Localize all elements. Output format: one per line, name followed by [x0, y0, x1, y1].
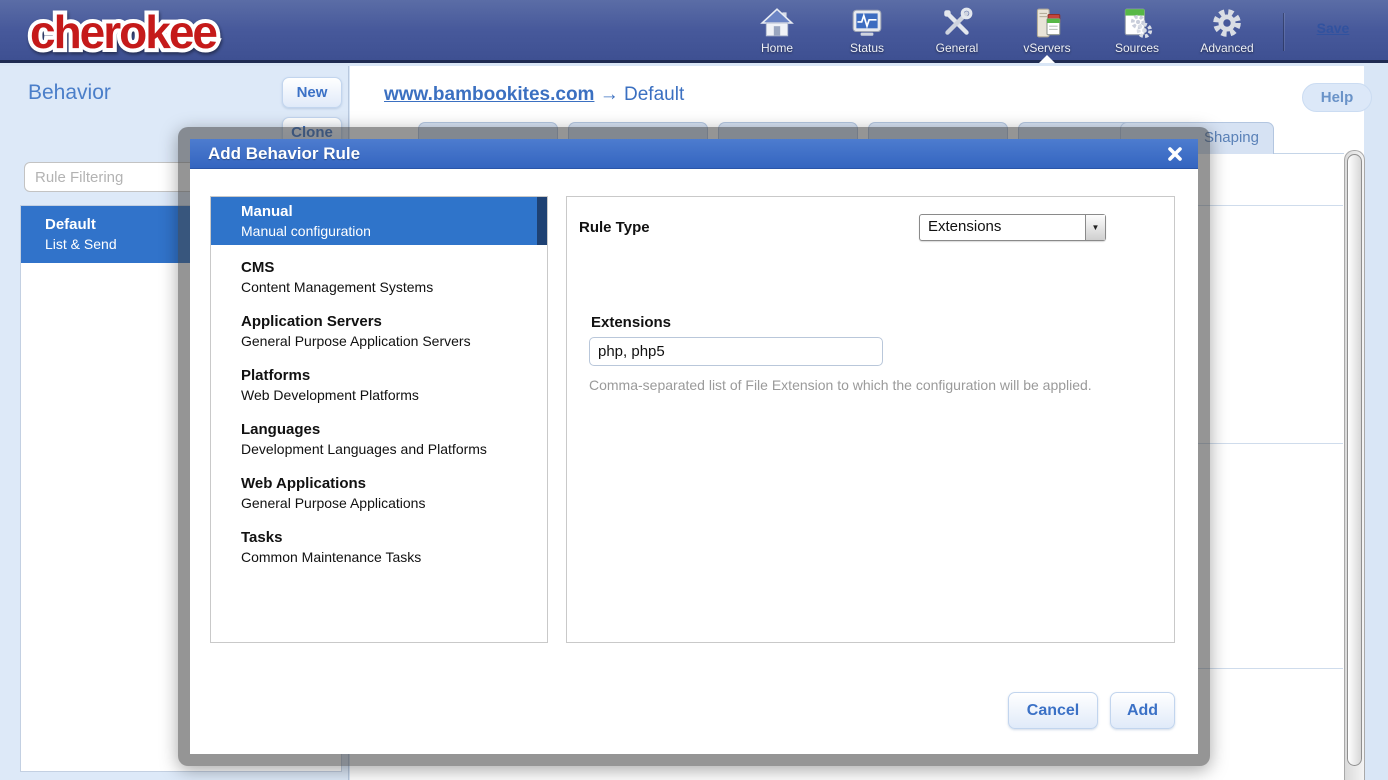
tab-baseline	[1274, 153, 1344, 154]
close-icon[interactable]	[1166, 145, 1184, 163]
nav-item-advanced[interactable]: Advanced	[1182, 6, 1272, 60]
nav-divider	[1283, 13, 1284, 51]
breadcrumb-page: Default	[624, 84, 684, 105]
scrollbar-thumb[interactable]	[1347, 154, 1362, 766]
main-nav: Home Status General	[732, 6, 1272, 60]
cherokee-logo: cherokee	[22, 6, 287, 65]
category-languages[interactable]: Languages Development Languages and Plat…	[211, 415, 547, 463]
modal-header: Add Behavior Rule	[190, 139, 1198, 169]
nav-item-home[interactable]: Home	[732, 6, 822, 60]
chevron-down-icon: ▼	[1085, 215, 1105, 240]
category-title: Web Applications	[241, 473, 547, 494]
cancel-button[interactable]: Cancel	[1008, 692, 1098, 729]
category-subtitle: General Purpose Applications	[241, 494, 547, 513]
modal-overlay-frame: Add Behavior Rule Manual Manual configur…	[178, 127, 1210, 766]
extensions-help-text: Comma-separated list of File Extension t…	[589, 377, 1149, 393]
tools-icon	[940, 6, 974, 40]
add-behavior-rule-dialog: Add Behavior Rule Manual Manual configur…	[190, 139, 1198, 754]
nav-label: Home	[761, 41, 793, 55]
help-button[interactable]: Help	[1302, 83, 1372, 112]
category-subtitle: General Purpose Application Servers	[241, 332, 547, 351]
extensions-label: Extensions	[591, 314, 671, 331]
add-button[interactable]: Add	[1110, 692, 1175, 729]
category-title: Tasks	[241, 527, 547, 548]
category-manual[interactable]: Manual Manual configuration	[211, 197, 547, 245]
category-title: CMS	[241, 257, 547, 278]
rule-type-select[interactable]: Extensions ▼	[919, 214, 1106, 241]
category-title: Manual	[241, 201, 537, 222]
house-icon	[760, 6, 794, 40]
save-link[interactable]: Save	[1303, 20, 1363, 36]
category-platforms[interactable]: Platforms Web Development Platforms	[211, 361, 547, 409]
category-tasks[interactable]: Tasks Common Maintenance Tasks	[211, 523, 547, 571]
nav-item-status[interactable]: Status	[822, 6, 912, 60]
category-web-applications[interactable]: Web Applications General Purpose Applica…	[211, 469, 547, 517]
category-subtitle: Common Maintenance Tasks	[241, 548, 547, 567]
vertical-scrollbar[interactable]	[1344, 150, 1365, 780]
window-gears-icon	[1120, 6, 1154, 40]
category-subtitle: Web Development Platforms	[241, 386, 547, 405]
nav-label: General	[936, 41, 979, 55]
gear-icon	[1210, 6, 1244, 40]
new-rule-button[interactable]: New	[282, 77, 342, 108]
modal-title: Add Behavior Rule	[208, 144, 360, 164]
logo-text: cherokee	[30, 6, 217, 58]
active-section-indicator	[1039, 55, 1055, 63]
nav-item-vservers[interactable]: vServers	[1002, 6, 1092, 60]
nav-item-sources[interactable]: Sources	[1092, 6, 1182, 60]
rule-form-panel: Rule Type Extensions ▼ Extensions Comma-…	[566, 196, 1175, 643]
breadcrumb-arrow: →	[600, 84, 619, 105]
category-title: Application Servers	[241, 311, 547, 332]
category-cms[interactable]: CMS Content Management Systems	[211, 253, 547, 301]
vserver-link[interactable]: www.bambookites.com	[384, 84, 594, 105]
category-subtitle: Development Languages and Platforms	[241, 440, 547, 459]
category-title: Languages	[241, 419, 547, 440]
breadcrumb: www.bambookites.com → Default	[384, 84, 684, 106]
app-window: cherokee Home Status	[0, 0, 1388, 780]
nav-item-general[interactable]: General	[912, 6, 1002, 60]
sidebar-title: Behavior	[28, 81, 111, 105]
monitor-pulse-icon	[850, 6, 884, 40]
category-application-servers[interactable]: Application Servers General Purpose Appl…	[211, 307, 547, 355]
server-stack-icon	[1030, 6, 1064, 40]
rule-type-label: Rule Type	[579, 219, 650, 236]
category-subtitle: Content Management Systems	[241, 278, 547, 297]
rule-type-selected-value: Extensions	[920, 215, 1085, 240]
top-nav-bar: cherokee Home Status	[0, 0, 1388, 63]
nav-label: Advanced	[1200, 41, 1253, 55]
category-title: Platforms	[241, 365, 547, 386]
extensions-input[interactable]	[589, 337, 883, 366]
nav-label: vServers	[1023, 41, 1070, 55]
rule-category-list: Manual Manual configuration CMS Content …	[210, 196, 548, 643]
nav-label: Sources	[1115, 41, 1159, 55]
nav-label: Status	[850, 41, 884, 55]
category-subtitle: Manual configuration	[241, 222, 537, 241]
